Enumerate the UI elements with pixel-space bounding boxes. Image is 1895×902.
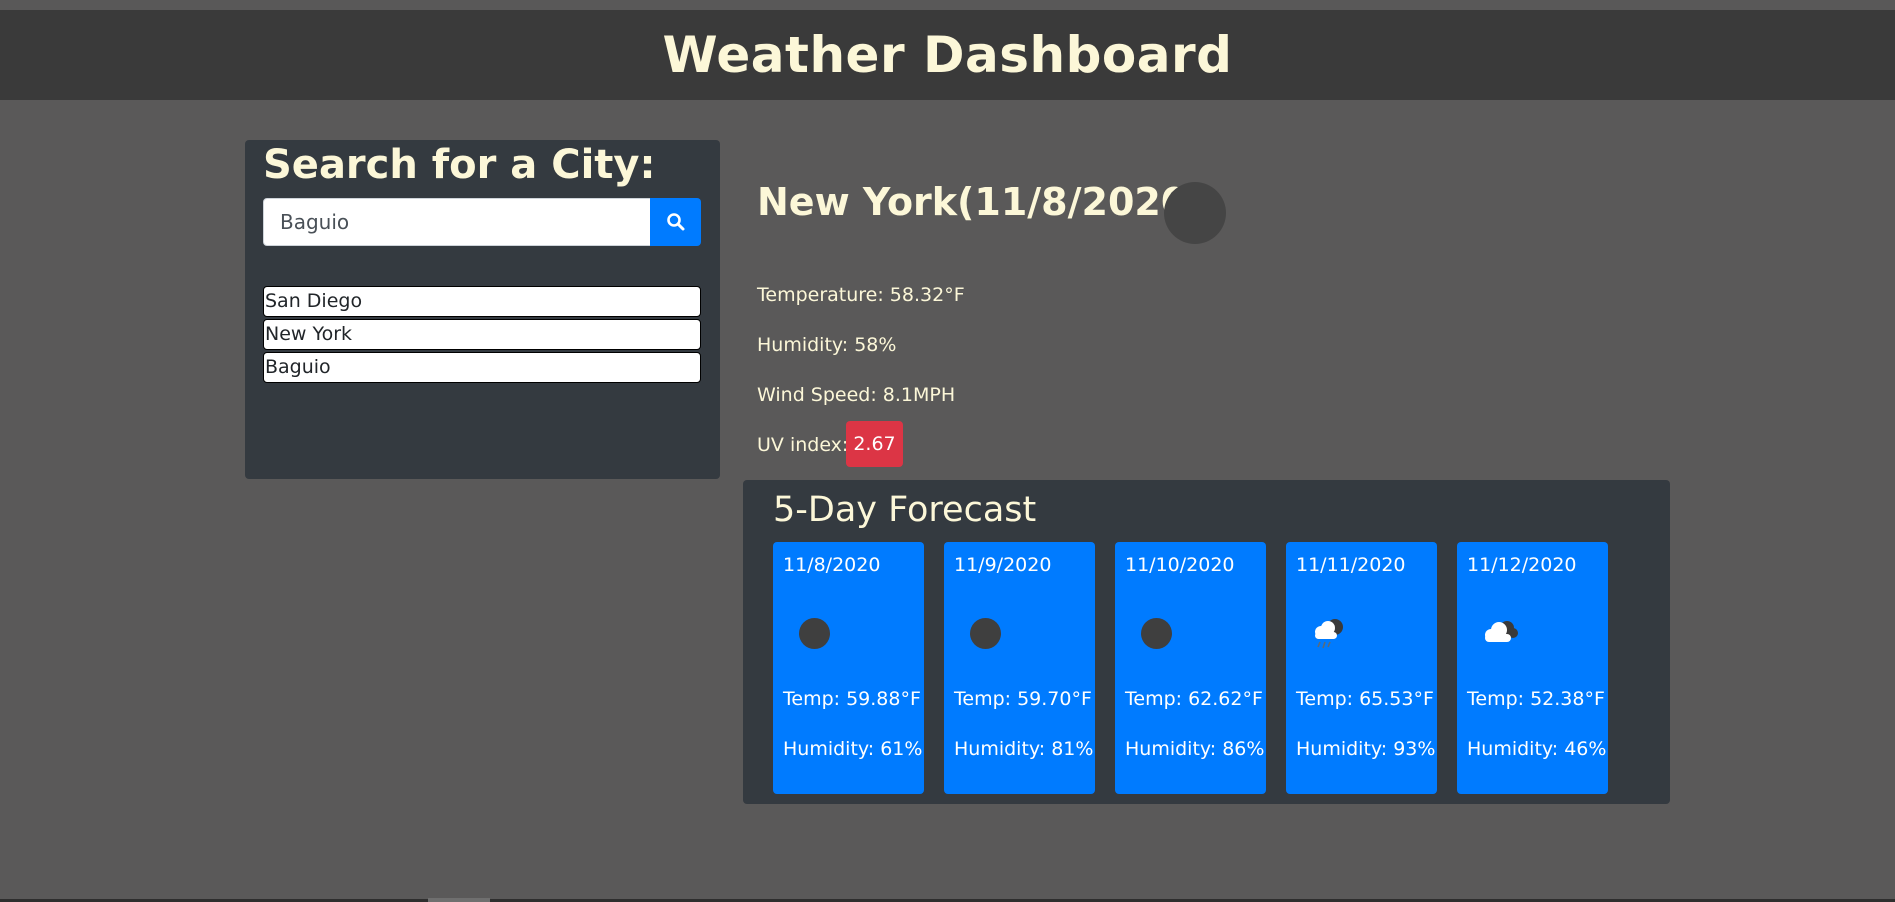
current-humidity: Humidity: 58% — [757, 334, 897, 356]
current-wind-speed: Wind Speed: 8.1MPH — [757, 384, 956, 406]
current-temperature: Temperature: 58.32°F — [757, 284, 965, 306]
forecast-humidity: Humidity: 81% — [954, 738, 1094, 760]
forecast-card: 11/8/2020 Temp: 59.88°F Humidity: 61% — [773, 542, 924, 794]
forecast-humidity: Humidity: 86% — [1125, 738, 1265, 760]
uv-index-badge: 2.67 — [846, 421, 903, 467]
forecast-card: 11/12/2020 Temp: 52.38°F Humidity: 46% — [1457, 542, 1608, 794]
search-title: Search for a City: — [263, 142, 656, 188]
search-icon — [666, 213, 684, 231]
forecast-temp: Temp: 59.70°F — [954, 688, 1092, 710]
weather-icon — [1164, 182, 1226, 244]
scroll-indicator — [428, 898, 490, 902]
current-city-title: New York(11/8/2020) — [757, 180, 1205, 224]
forecast-date: 11/8/2020 — [783, 554, 881, 576]
search-button[interactable] — [650, 198, 701, 246]
history-item-san-diego[interactable]: San Diego — [263, 286, 701, 317]
rain-icon — [1315, 619, 1343, 649]
forecast-date: 11/11/2020 — [1296, 554, 1406, 576]
city-search-input[interactable] — [263, 198, 651, 246]
forecast-date: 11/10/2020 — [1125, 554, 1235, 576]
history-item-new-york[interactable]: New York — [263, 319, 701, 350]
clear-night-icon — [970, 618, 1001, 649]
forecast-humidity: Humidity: 61% — [783, 738, 923, 760]
forecast-card: 11/9/2020 Temp: 59.70°F Humidity: 81% — [944, 542, 1095, 794]
uv-index-label: UV index: — [757, 434, 849, 456]
page-header: Weather Dashboard — [0, 10, 1895, 100]
forecast-panel: 5-Day Forecast 11/8/2020 Temp: 59.88°F H… — [743, 480, 1670, 804]
forecast-temp: Temp: 62.62°F — [1125, 688, 1263, 710]
clear-night-icon — [1141, 618, 1172, 649]
clear-night-icon — [799, 618, 830, 649]
forecast-card: 11/11/2020 Temp: 65.53°F Humidity: 93% — [1286, 542, 1437, 794]
forecast-temp: Temp: 65.53°F — [1296, 688, 1434, 710]
forecast-humidity: Humidity: 46% — [1467, 738, 1607, 760]
forecast-temp: Temp: 52.38°F — [1467, 688, 1605, 710]
top-strip — [0, 0, 1895, 10]
search-history-list: San Diego New York Baguio — [263, 286, 701, 385]
search-panel: Search for a City: San Diego New York Ba… — [245, 140, 720, 479]
cloud-icon — [1485, 621, 1518, 642]
forecast-date: 11/12/2020 — [1467, 554, 1577, 576]
forecast-card: 11/10/2020 Temp: 62.62°F Humidity: 86% — [1115, 542, 1266, 794]
forecast-humidity: Humidity: 93% — [1296, 738, 1436, 760]
page-title: Weather Dashboard — [662, 26, 1233, 84]
forecast-temp: Temp: 59.88°F — [783, 688, 921, 710]
forecast-title: 5-Day Forecast — [773, 490, 1037, 530]
history-item-baguio[interactable]: Baguio — [263, 352, 701, 383]
forecast-date: 11/9/2020 — [954, 554, 1052, 576]
